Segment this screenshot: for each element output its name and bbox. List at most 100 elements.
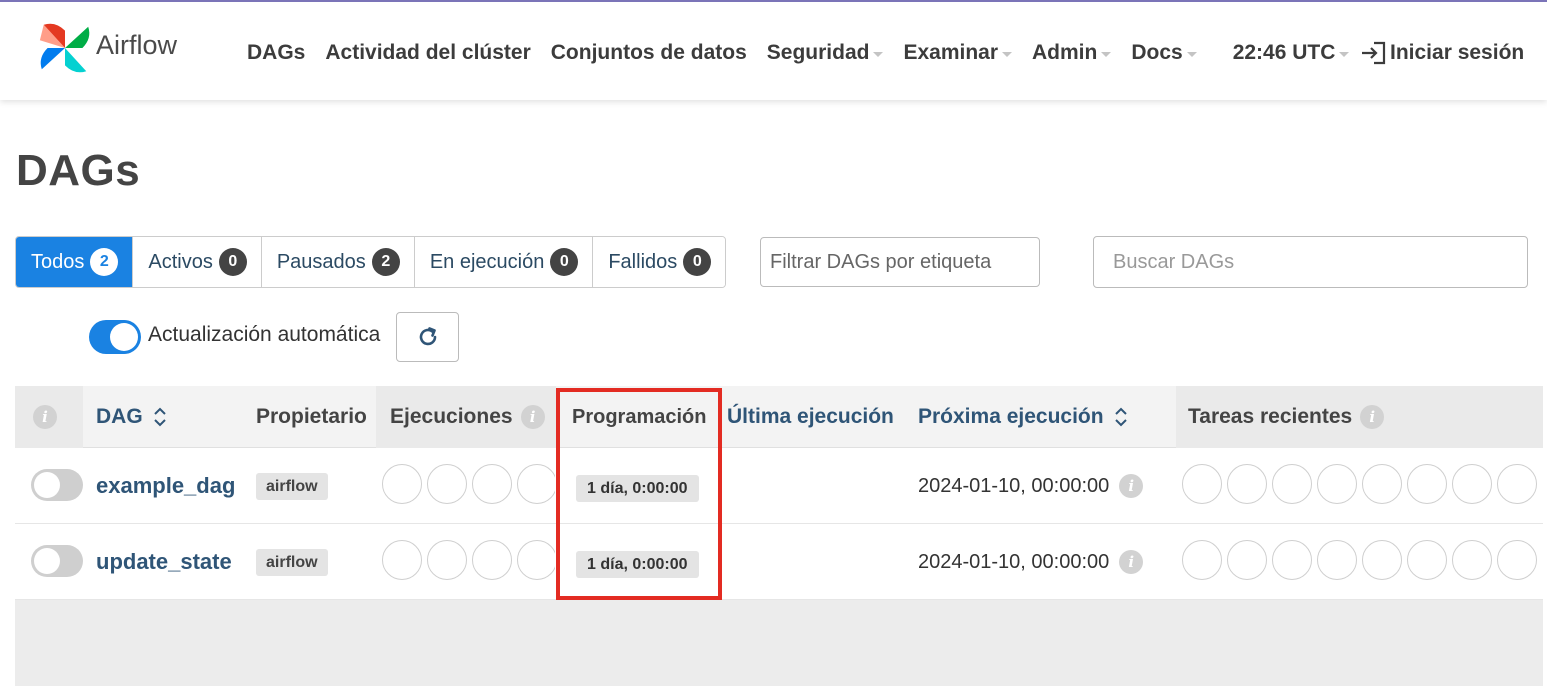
task-status-circle[interactable]	[1182, 540, 1222, 580]
info-icon[interactable]: i	[1119, 550, 1144, 574]
task-status-circle[interactable]	[1227, 464, 1267, 504]
filter-running-button[interactable]: En ejecución 0	[414, 237, 594, 287]
task-status-circle[interactable]	[1182, 464, 1222, 504]
login-link[interactable]: Iniciar sesión	[1360, 32, 1524, 74]
dag-link[interactable]: example_dag	[96, 448, 235, 524]
run-status-circle[interactable]	[382, 464, 422, 504]
info-icon[interactable]: i	[1119, 474, 1144, 498]
run-status-circle[interactable]	[472, 464, 512, 504]
task-status-circle[interactable]	[1227, 540, 1267, 580]
refresh-button[interactable]	[396, 312, 459, 362]
schedule-tag: 1 día, 0:00:00	[576, 475, 699, 502]
toggle-knob	[110, 323, 138, 351]
auto-refresh-toggle[interactable]	[89, 320, 141, 354]
run-status-circle[interactable]	[517, 540, 555, 580]
task-status-circle[interactable]	[1407, 540, 1447, 580]
airflow-logo-icon	[39, 23, 90, 73]
run-status-circle[interactable]	[382, 540, 422, 580]
nav-dags-label: DAGs	[247, 41, 306, 64]
header-dag-label: DAG	[96, 405, 143, 428]
filter-all-count: 2	[90, 248, 119, 276]
table-header: i DAG Propietario Ejecuciones i Programa…	[15, 386, 1543, 448]
nav-admin[interactable]: Admin	[1032, 41, 1112, 65]
filter-failed-count: 0	[683, 248, 712, 276]
nav-security[interactable]: Seguridad	[767, 41, 884, 65]
run-status-circle[interactable]	[427, 464, 467, 504]
sort-icon	[153, 407, 166, 427]
nav-dags[interactable]: DAGs	[247, 41, 305, 65]
task-status-circle[interactable]	[1317, 464, 1357, 504]
task-status-circle[interactable]	[1317, 540, 1357, 580]
chevron-down-icon	[1186, 51, 1197, 57]
pause-toggle[interactable]	[31, 545, 83, 577]
nav-cluster-activity[interactable]: Actividad del clúster	[325, 41, 530, 65]
task-status-circle[interactable]	[1272, 540, 1312, 580]
nav-cluster-activity-label: Actividad del clúster	[325, 41, 531, 64]
filter-paused-button[interactable]: Pausados 2	[261, 237, 415, 287]
header-last-run[interactable]: Última ejecución	[727, 386, 894, 448]
task-status-circle[interactable]	[1407, 464, 1447, 504]
filter-active-button[interactable]: Activos 0	[133, 237, 262, 287]
dag-link[interactable]: update_state	[96, 524, 232, 600]
filter-paused-label: Pausados	[276, 250, 366, 273]
header-next-run[interactable]: Próxima ejecución	[918, 386, 1128, 448]
header-recent-tasks-label: Tareas recientes	[1188, 405, 1353, 428]
header-info[interactable]: i	[33, 386, 57, 448]
filter-failed-button[interactable]: Fallidos 0	[593, 237, 726, 287]
recent-tasks-status	[1182, 464, 1543, 504]
chevron-down-icon	[1101, 51, 1112, 57]
search-dags-input[interactable]: Buscar DAGs	[1093, 236, 1528, 288]
filter-running-label: En ejecución	[429, 250, 545, 273]
header-owner: Propietario	[256, 405, 367, 428]
dag-runs-status	[382, 464, 555, 504]
nav-browse[interactable]: Examinar	[903, 41, 1013, 65]
next-run: 2024-01-10, 00:00:00 i	[918, 524, 1144, 600]
run-status-circle[interactable]	[517, 464, 555, 504]
run-status-circle[interactable]	[472, 540, 512, 580]
owner-tag[interactable]: airflow	[256, 473, 328, 500]
info-icon: i	[33, 405, 57, 429]
nav-security-label: Seguridad	[766, 41, 870, 64]
task-status-circle[interactable]	[1362, 540, 1402, 580]
table-row: update_state airflow 1 día, 0:00:00 2024…	[15, 524, 1543, 600]
navbar: Airflow DAGs Actividad del clúster Conju…	[0, 0, 1547, 100]
info-icon[interactable]: i	[520, 405, 545, 429]
table-row: example_dag airflow 1 día, 0:00:00 2024-…	[15, 448, 1543, 524]
task-status-circle[interactable]	[1452, 464, 1492, 504]
filter-active-count: 0	[218, 248, 247, 276]
pause-toggle[interactable]	[31, 469, 83, 501]
nav-docs-label: Docs	[1131, 41, 1183, 64]
filter-all-button[interactable]: Todos 2	[16, 237, 134, 287]
status-filter-group: Todos 2 Activos 0 Pausados 2 En ejecució…	[15, 236, 727, 288]
sort-icon	[1114, 407, 1127, 427]
filter-all-label: Todos	[31, 250, 85, 273]
task-status-circle[interactable]	[1452, 540, 1492, 580]
brand-name: Airflow	[96, 29, 178, 60]
nav-clock[interactable]: 22:46 UTC	[1233, 41, 1350, 65]
task-status-circle[interactable]	[1272, 464, 1312, 504]
tag-filter-input[interactable]: Filtrar DAGs por etiqueta	[760, 237, 1040, 287]
header-dag[interactable]: DAG	[96, 386, 167, 448]
task-status-circle[interactable]	[1497, 464, 1537, 504]
nav-browse-label: Examinar	[903, 41, 999, 64]
chevron-down-icon	[873, 51, 884, 57]
nav-docs[interactable]: Docs	[1131, 41, 1197, 65]
nav-datasets[interactable]: Conjuntos de datos	[551, 41, 747, 65]
toggle-knob	[34, 548, 60, 574]
header-runs: Ejecuciones i	[390, 386, 545, 448]
dags-table: i DAG Propietario Ejecuciones i Programa…	[15, 386, 1543, 686]
owner-tag[interactable]: airflow	[256, 549, 328, 576]
run-status-circle[interactable]	[427, 540, 467, 580]
toggle-knob	[34, 472, 60, 498]
filter-paused-count: 2	[371, 248, 400, 276]
refresh-icon	[419, 327, 436, 346]
info-icon[interactable]: i	[1360, 405, 1385, 429]
task-status-circle[interactable]	[1497, 540, 1537, 580]
nav-datasets-label: Conjuntos de datos	[550, 41, 747, 64]
brand-link[interactable]: Airflow	[36, 18, 177, 78]
next-run-value: 2024-01-10, 00:00:00	[918, 550, 1110, 573]
task-status-circle[interactable]	[1362, 464, 1402, 504]
next-run-value: 2024-01-10, 00:00:00	[918, 474, 1110, 497]
header-next-run-label: Próxima ejecución	[918, 405, 1104, 428]
dag-runs-status	[382, 540, 555, 580]
